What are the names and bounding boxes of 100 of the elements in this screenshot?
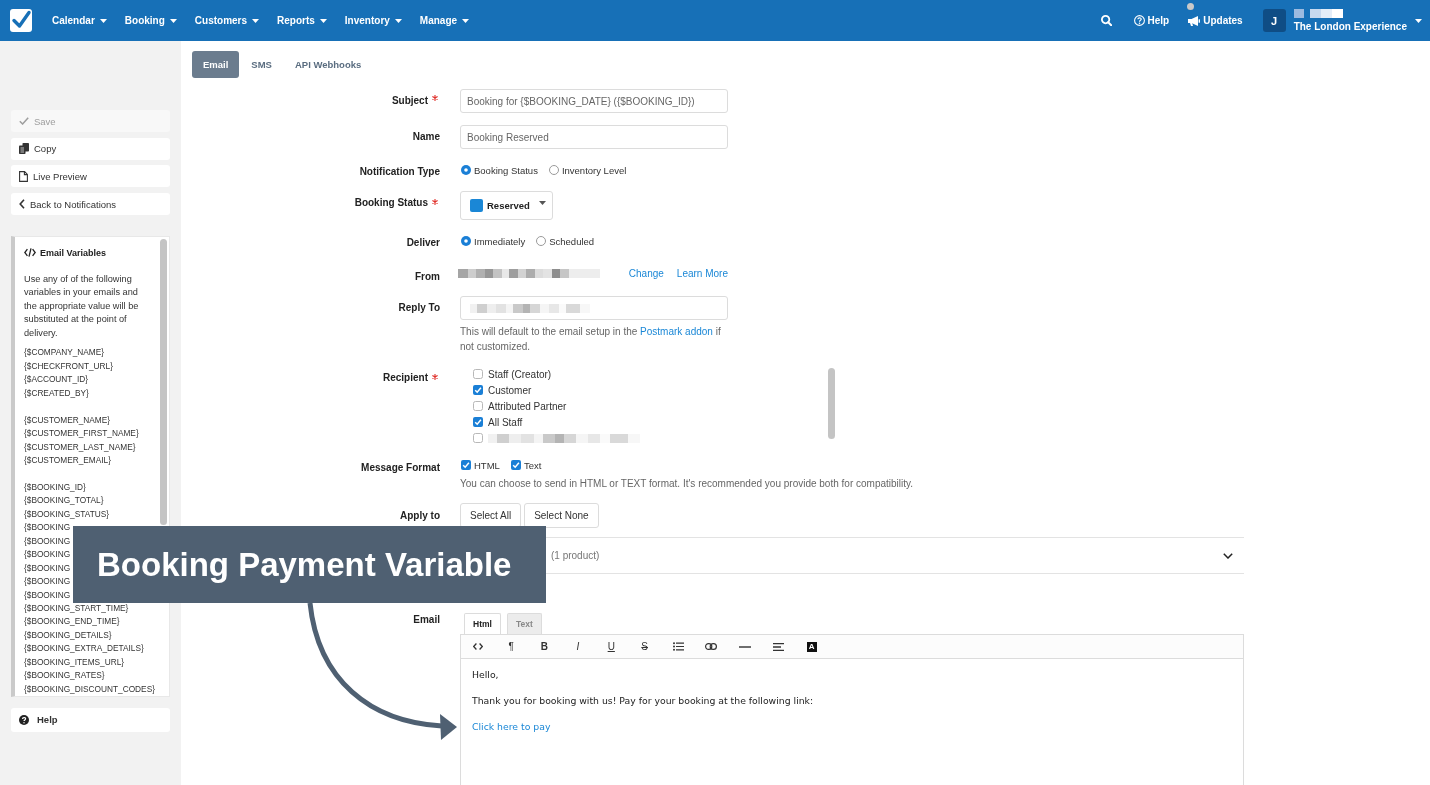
body-paragraph: Hello, <box>472 668 499 682</box>
input-field[interactable]: Booking Reserved <box>460 125 728 149</box>
search-icon[interactable] <box>1100 15 1112 26</box>
variable-name: {$ACCOUNT_ID} <box>24 373 89 387</box>
variable-name: {$BOOKING_EXTRA_DETAILS} <box>24 642 144 656</box>
variable-name: {$BOOKING <box>24 561 71 575</box>
back-button[interactable]: Back to Notifications <box>11 193 170 216</box>
checkbox[interactable] <box>473 385 483 395</box>
copy-icon <box>19 143 29 155</box>
panel-intro: Use any of of the following variables in your emails and the appropriate value will be substituted at the point of delivery. <box>24 272 140 340</box>
editor-tab[interactable]: Html <box>464 613 501 634</box>
account-name[interactable]: The London Experience <box>1293 20 1407 33</box>
updates-link[interactable]: Updates <box>1188 12 1243 29</box>
help-text: This will default to the email setup in the Postmark addon if not customized. <box>460 325 722 354</box>
caret-icon <box>169 18 177 23</box>
menu-item[interactable]: Inventory <box>344 10 402 31</box>
variable-name: {$CUSTOMER_FIRST_NAME} <box>24 427 139 441</box>
product-count: (1 product) <box>551 550 600 561</box>
help-link[interactable]: Postmark addon <box>640 326 713 337</box>
bold-button[interactable]: B <box>527 635 562 658</box>
field-label: Name <box>412 130 440 144</box>
check-icon <box>19 117 29 125</box>
checkbox[interactable] <box>510 460 521 470</box>
menu-item[interactable]: Manage <box>419 10 470 31</box>
field-label: Email <box>413 613 440 627</box>
tab[interactable]: API Webhooks <box>283 51 373 78</box>
variable-name: {$BOOKING_STATUS} <box>24 507 109 521</box>
align-icon <box>772 642 784 651</box>
menu-item[interactable]: Calendar <box>52 10 107 31</box>
help-link[interactable]: Help <box>1133 12 1170 29</box>
variable-name: {$BOOKING_START_TIME} <box>24 602 129 615</box>
input-field[interactable] <box>460 296 728 320</box>
scrollbar[interactable] <box>160 238 167 525</box>
question-circle-icon <box>1133 15 1145 26</box>
field-label: From <box>415 270 440 284</box>
menu-item[interactable]: Reports <box>277 10 327 31</box>
radio-button[interactable] <box>548 165 559 175</box>
underline-button[interactable]: U <box>594 635 628 658</box>
paragraph-button[interactable]: ¶ <box>494 635 528 658</box>
checkbox[interactable] <box>473 401 483 411</box>
field-label: Apply to <box>400 509 440 523</box>
checkbox[interactable] <box>473 433 483 443</box>
link-icon <box>705 643 718 650</box>
radio-button[interactable] <box>461 165 471 175</box>
variable-name: {$BOOKING <box>24 588 71 602</box>
variable-name: {$BOOKING_RATES} <box>24 669 105 683</box>
variable-name: {$CUSTOMER_EMAIL} <box>24 454 111 468</box>
help-button[interactable]: Help <box>11 707 170 732</box>
avatar[interactable]: J <box>1262 9 1286 32</box>
callout-banner: Booking Payment Variable <box>73 526 546 603</box>
field-label: Subject <box>391 94 428 108</box>
text-color-button[interactable]: A <box>806 641 817 652</box>
caret-icon[interactable] <box>1415 18 1422 23</box>
input-field[interactable]: Booking for {$BOOKING_DATE} ({$BOOKING_ID}) <box>460 89 728 113</box>
copy-button[interactable]: Copy <box>11 137 170 160</box>
link[interactable]: Learn More <box>676 267 728 279</box>
menu-item[interactable]: Customers <box>194 10 260 31</box>
chevron-down-icon[interactable] <box>1223 552 1233 559</box>
italic-button[interactable]: I <box>561 635 595 658</box>
variable-name: {$BOOKING <box>24 534 71 548</box>
field-label: Notification Type <box>359 165 440 179</box>
option-label: Immediately <box>474 235 526 247</box>
variable-name: {$CREATED_BY} <box>24 386 89 400</box>
option-label: HTML <box>474 459 500 471</box>
variable-name: {$BOOKING_ID} <box>24 480 86 494</box>
strikethrough-button[interactable]: S <box>627 635 662 658</box>
variable-name: {$BOOKING_END_TIME} <box>24 615 120 629</box>
tab[interactable]: Email <box>192 51 240 78</box>
variable-name: {$BOOKING_TOTAL} <box>24 494 104 508</box>
body-paragraph: Thank you for booking with us! Pay for your booking at the following link: <box>472 694 814 708</box>
editor-body[interactable]: Hello, Thank you for booking with us! Pay for your booking at the following link: Click here to pay <box>460 659 1244 785</box>
radio-button[interactable] <box>536 236 547 246</box>
checkbox[interactable] <box>473 369 483 379</box>
chevron-left-icon <box>19 199 25 210</box>
caret-icon <box>462 18 470 23</box>
caret-icon <box>252 18 260 23</box>
megaphone-icon <box>1188 15 1201 26</box>
radio-button[interactable] <box>461 236 471 246</box>
field-label: Deliver <box>406 236 440 250</box>
option-label: Text <box>523 459 542 471</box>
question-circle-icon <box>19 714 29 725</box>
logo-icon[interactable] <box>10 9 32 32</box>
list-icon <box>672 642 684 651</box>
variable-name: {$BOOKING_DISCOUNT_CODES} <box>24 682 155 696</box>
live-preview-button[interactable]: Live Preview <box>11 165 170 188</box>
status-select[interactable]: Reserved <box>460 191 553 220</box>
option-label: Staff (Creator) <box>488 368 552 380</box>
checkbox[interactable] <box>473 417 483 427</box>
select-button[interactable]: Select All <box>460 503 522 528</box>
checkbox[interactable] <box>461 460 471 470</box>
body-link[interactable]: Click here to pay <box>472 721 551 732</box>
option-label: Inventory Level <box>561 164 627 176</box>
option-label: Customer <box>488 384 532 396</box>
select-button[interactable]: Select None <box>524 503 599 528</box>
menu-item[interactable]: Booking <box>124 10 177 31</box>
scrollbar[interactable] <box>828 368 835 439</box>
variable-name: {$BOOKING <box>24 575 71 589</box>
link[interactable]: Change <box>628 267 664 279</box>
file-icon <box>19 170 28 182</box>
tab[interactable]: SMS <box>240 51 283 78</box>
